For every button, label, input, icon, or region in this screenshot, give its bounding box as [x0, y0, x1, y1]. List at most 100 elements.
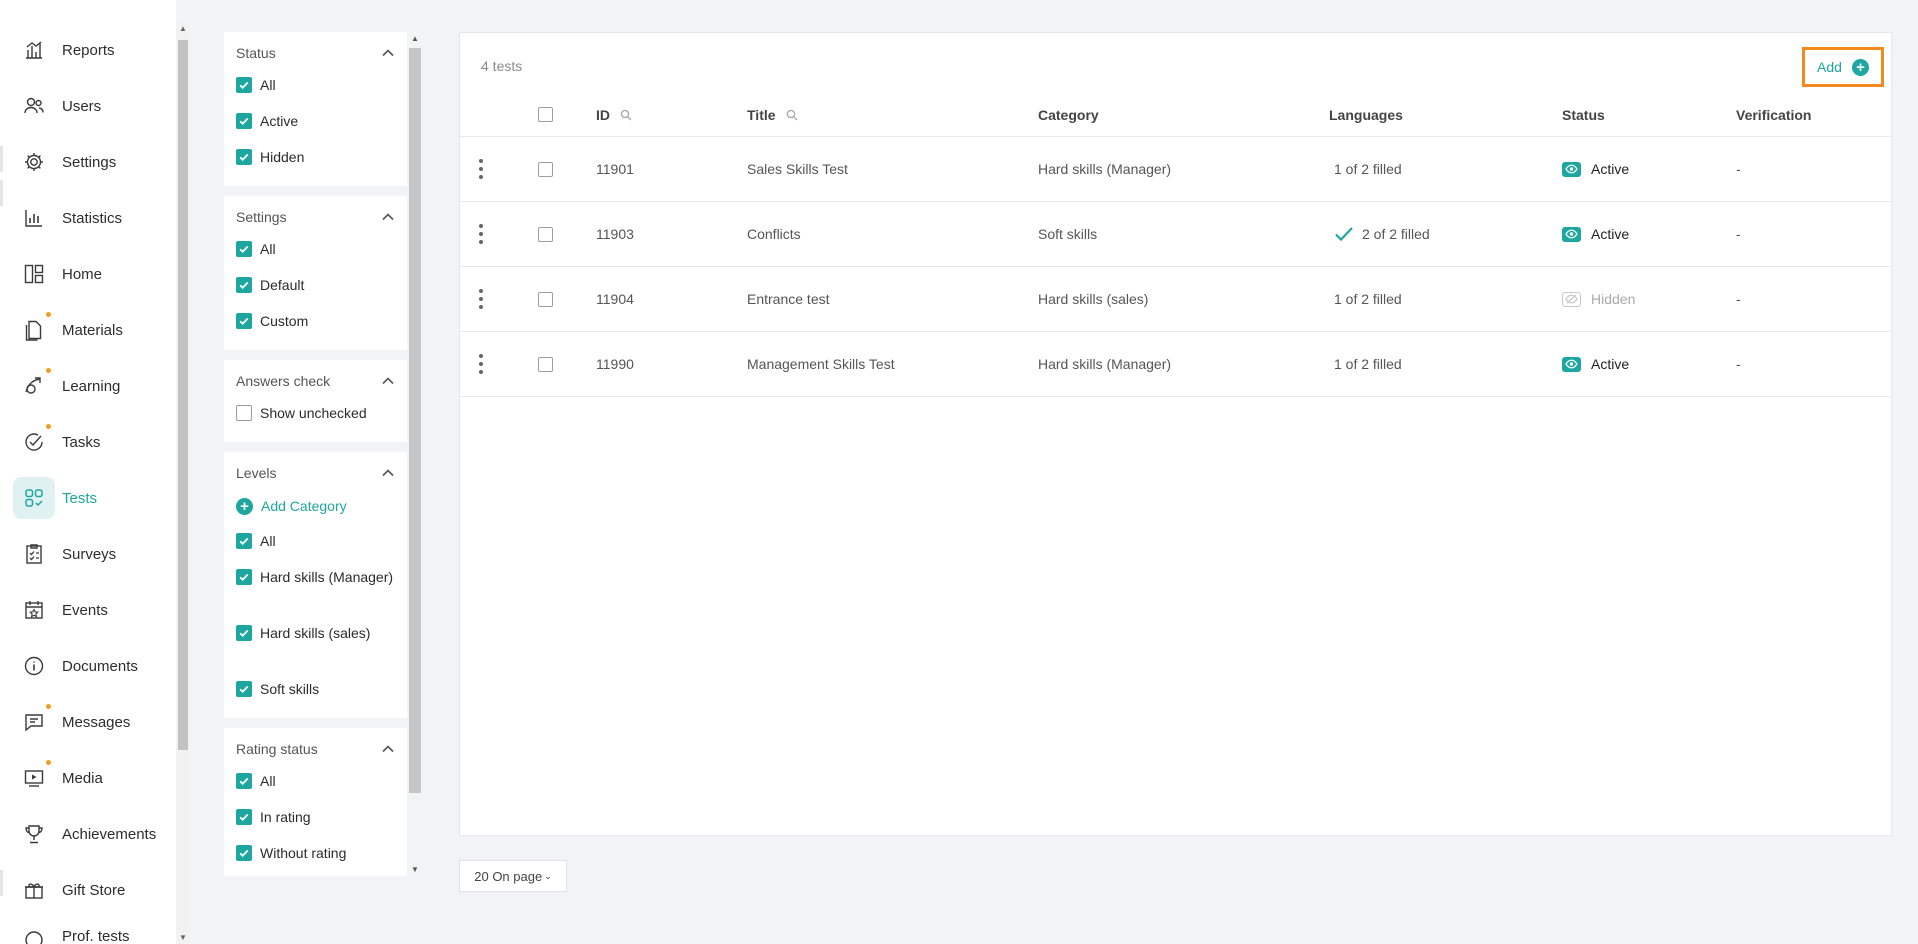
- table-row[interactable]: 11903 Conflicts Soft skills 2 of 2 filled Ac…: [460, 202, 1891, 267]
- checkbox-checked[interactable]: [236, 569, 252, 585]
- nav-item-surveys[interactable]: Surveys: [0, 526, 176, 582]
- nav-item-learning[interactable]: Learning: [0, 358, 176, 414]
- more-vertical-icon[interactable]: [478, 159, 484, 179]
- select-all-checkbox[interactable]: [538, 107, 553, 122]
- nav-scrollbar[interactable]: ▲ ▼: [176, 22, 190, 944]
- filter-option[interactable]: All: [236, 524, 395, 560]
- cell-title[interactable]: Conflicts: [747, 202, 801, 266]
- filter-option[interactable]: In rating: [236, 800, 395, 836]
- filter-group-header[interactable]: Rating status: [236, 734, 395, 764]
- filter-option[interactable]: Soft skills: [236, 672, 395, 708]
- nav-item-statistics[interactable]: Statistics: [0, 190, 176, 246]
- row-select-cell: [538, 202, 553, 266]
- checkbox-checked[interactable]: [236, 533, 252, 549]
- nav-item-documents[interactable]: Documents: [0, 638, 176, 694]
- column-header-category[interactable]: Category: [1038, 93, 1099, 136]
- nav-item-materials[interactable]: Materials: [0, 302, 176, 358]
- checkbox-checked[interactable]: [236, 149, 252, 165]
- nav-item-events[interactable]: Events: [0, 582, 176, 638]
- filter-scroll-thumb[interactable]: [409, 48, 421, 793]
- filter-scrollbar[interactable]: ▲ ▼: [408, 32, 422, 876]
- nav-item-tasks[interactable]: Tasks: [0, 414, 176, 470]
- nav-item-reports[interactable]: Reports: [0, 22, 176, 78]
- checkbox-checked[interactable]: [236, 773, 252, 789]
- filter-option[interactable]: Default: [236, 268, 395, 304]
- filter-option[interactable]: Active: [236, 104, 395, 140]
- row-checkbox[interactable]: [538, 226, 553, 242]
- test-title[interactable]: Entrance test: [747, 291, 830, 307]
- nav-item-achievements[interactable]: Achievements: [0, 806, 176, 862]
- scroll-up-arrow-icon[interactable]: ▲: [411, 34, 419, 43]
- chevron-up-icon[interactable]: [381, 466, 395, 480]
- scroll-down-arrow-icon[interactable]: ▼: [411, 865, 419, 874]
- status-badge[interactable]: Active: [1562, 226, 1629, 242]
- nav-item-prof-tests[interactable]: Prof. tests: [0, 918, 176, 944]
- filter-group-header[interactable]: Settings: [236, 202, 395, 232]
- add-test-button[interactable]: Add +: [1802, 47, 1884, 87]
- checkbox-checked[interactable]: [236, 277, 252, 293]
- scroll-up-arrow-icon[interactable]: ▲: [179, 24, 187, 33]
- chevron-up-icon[interactable]: [381, 210, 395, 224]
- checkbox-checked[interactable]: [236, 113, 252, 129]
- nav-item-home[interactable]: Home: [0, 246, 176, 302]
- checkbox-checked[interactable]: [236, 625, 252, 641]
- column-header-title[interactable]: Title: [747, 93, 798, 136]
- nav-item-messages[interactable]: Messages: [0, 694, 176, 750]
- search-icon[interactable]: [786, 109, 798, 121]
- filter-option[interactable]: Hard skills (sales): [236, 616, 395, 672]
- filter-option[interactable]: Without rating: [236, 836, 395, 872]
- more-vertical-icon[interactable]: [478, 289, 484, 309]
- column-header-languages[interactable]: Languages: [1329, 93, 1403, 136]
- filter-option[interactable]: Hard skills (Manager): [236, 560, 395, 616]
- filter-group-header[interactable]: Status: [236, 38, 395, 68]
- filter-option[interactable]: All: [236, 68, 395, 104]
- page-size-select[interactable]: 20 On page ⌄: [459, 860, 567, 892]
- filter-group-header[interactable]: Levels: [236, 458, 395, 488]
- test-title[interactable]: Management Skills Test: [747, 356, 895, 372]
- chevron-up-icon[interactable]: [381, 742, 395, 756]
- filter-group-header[interactable]: Answers check: [236, 366, 395, 396]
- checkbox-checked[interactable]: [236, 77, 252, 93]
- more-vertical-icon[interactable]: [478, 224, 484, 244]
- status-badge[interactable]: Hidden: [1562, 291, 1635, 307]
- cell-title[interactable]: Entrance test: [747, 267, 830, 331]
- nav-item-media[interactable]: Media: [0, 750, 176, 806]
- checkbox-unchecked[interactable]: [236, 405, 252, 421]
- table-row[interactable]: 11990 Management Skills Test Hard skills (…: [460, 332, 1891, 397]
- test-title[interactable]: Conflicts: [747, 226, 801, 242]
- filter-option[interactable]: Hidden: [236, 140, 395, 176]
- checkbox-checked[interactable]: [236, 313, 252, 329]
- nav-item-tests[interactable]: Tests: [0, 470, 176, 526]
- filter-option[interactable]: All: [236, 764, 395, 800]
- row-checkbox[interactable]: [538, 161, 553, 177]
- column-header-status[interactable]: Status: [1562, 93, 1605, 136]
- scroll-down-arrow-icon[interactable]: ▼: [179, 933, 187, 942]
- cell-title[interactable]: Management Skills Test: [747, 332, 895, 396]
- checkbox-checked[interactable]: [236, 241, 252, 257]
- checkbox-checked[interactable]: [236, 681, 252, 697]
- column-header-id[interactable]: ID: [596, 93, 632, 136]
- filter-option[interactable]: Show unchecked: [236, 396, 395, 432]
- add-category-button[interactable]: + Add Category: [236, 488, 395, 524]
- nav-scroll-thumb[interactable]: [178, 40, 188, 750]
- row-checkbox[interactable]: [538, 356, 553, 372]
- nav-item-users[interactable]: Users: [0, 78, 176, 134]
- cell-title[interactable]: Sales Skills Test: [747, 137, 848, 201]
- chevron-up-icon[interactable]: [381, 46, 395, 60]
- test-title[interactable]: Sales Skills Test: [747, 161, 848, 177]
- filter-option[interactable]: Custom: [236, 304, 395, 340]
- status-badge[interactable]: Active: [1562, 356, 1629, 372]
- status-badge[interactable]: Active: [1562, 161, 1629, 177]
- more-vertical-icon[interactable]: [478, 354, 484, 374]
- filter-option[interactable]: All: [236, 232, 395, 268]
- table-row[interactable]: 11901 Sales Skills Test Hard skills (Manag…: [460, 137, 1891, 202]
- chevron-up-icon[interactable]: [381, 374, 395, 388]
- nav-item-gift-store[interactable]: Gift Store: [0, 862, 176, 918]
- checkbox-checked[interactable]: [236, 809, 252, 825]
- table-row[interactable]: 11904 Entrance test Hard skills (sales) 1 o…: [460, 267, 1891, 332]
- row-checkbox[interactable]: [538, 291, 553, 307]
- checkbox-checked[interactable]: [236, 845, 252, 861]
- column-header-verification[interactable]: Verification: [1736, 93, 1811, 136]
- nav-item-settings[interactable]: Settings: [0, 134, 176, 190]
- search-icon[interactable]: [620, 109, 632, 121]
